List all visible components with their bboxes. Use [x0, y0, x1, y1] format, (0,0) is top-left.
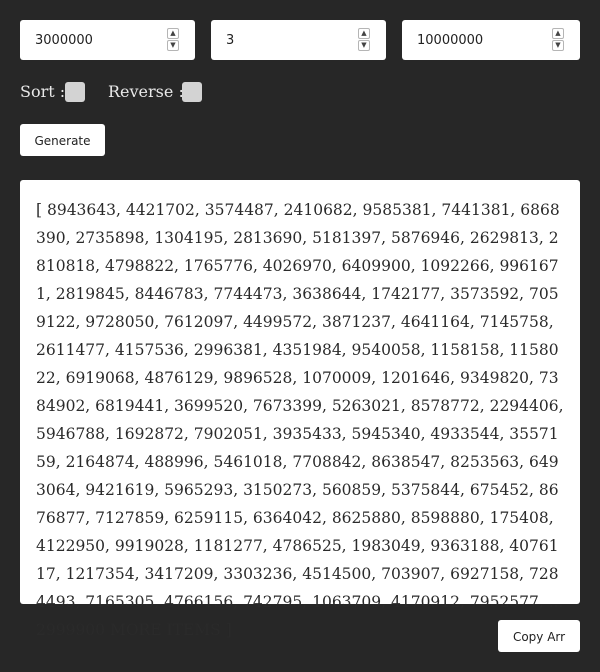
sort-checkbox[interactable]	[65, 82, 85, 102]
generate-button[interactable]: Generate	[20, 124, 105, 156]
array-output-box: [ 8943643, 4421702, 3574487, 2410682, 95…	[20, 180, 580, 639]
copy-array-button[interactable]: Copy Arr	[498, 620, 580, 652]
max-decrement-icon[interactable]: ▼	[552, 40, 564, 51]
max-field[interactable]: ▲ ▼	[402, 20, 580, 60]
min-decrement-icon[interactable]: ▼	[358, 40, 370, 51]
count-field[interactable]: ▲ ▼	[20, 20, 195, 60]
inputs-row: ▲ ▼ ▲ ▼ ▲ ▼	[20, 20, 580, 60]
reverse-label: Reverse :	[108, 82, 184, 101]
count-increment-icon[interactable]: ▲	[167, 28, 179, 39]
toggles-row: Sort : Reverse :	[20, 80, 420, 104]
min-spinner[interactable]: ▲ ▼	[358, 27, 370, 53]
max-increment-icon[interactable]: ▲	[552, 28, 564, 39]
reverse-checkbox[interactable]	[182, 82, 202, 102]
app-root: ▲ ▼ ▲ ▼ ▲ ▼ Sort : Reverse : Generate [ …	[0, 0, 600, 672]
count-spinner[interactable]: ▲ ▼	[167, 27, 179, 53]
min-field[interactable]: ▲ ▼	[211, 20, 386, 60]
array-output-text: [ 8943643, 4421702, 3574487, 2410682, 95…	[36, 201, 564, 639]
sort-label: Sort :	[20, 82, 66, 101]
min-increment-icon[interactable]: ▲	[358, 28, 370, 39]
count-decrement-icon[interactable]: ▼	[167, 40, 179, 51]
max-spinner[interactable]: ▲ ▼	[552, 27, 564, 53]
